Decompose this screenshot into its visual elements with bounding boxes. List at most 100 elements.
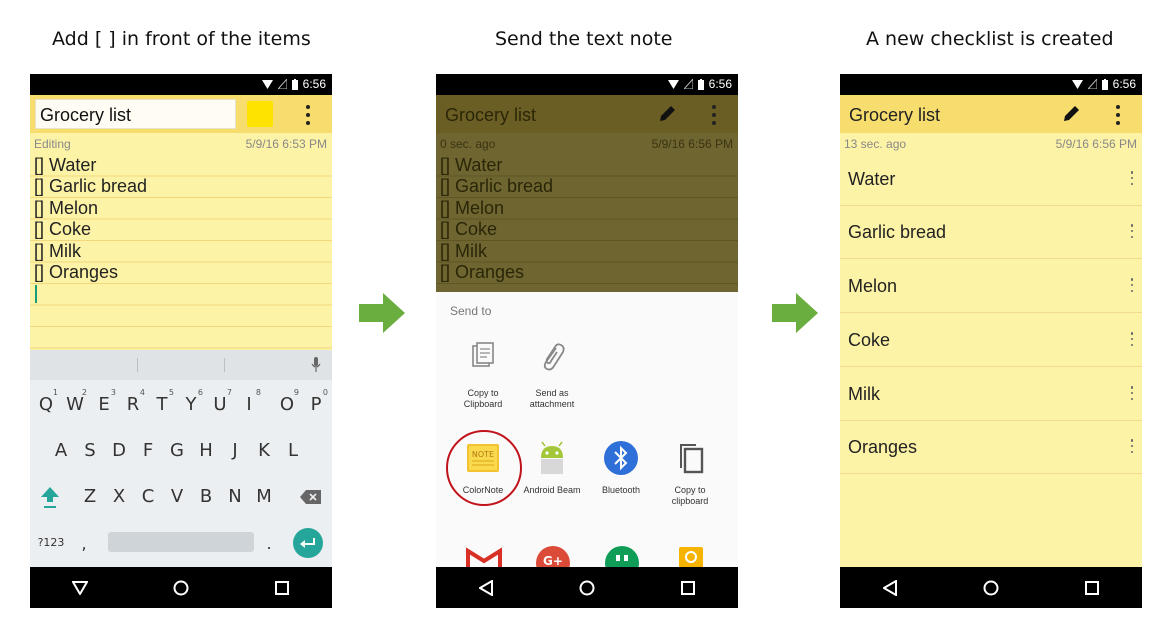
key-o[interactable]: O9: [273, 388, 301, 415]
copy-icon: [680, 444, 704, 474]
home-button[interactable]: [573, 574, 601, 602]
gmail-icon[interactable]: [466, 547, 502, 567]
note-color-button[interactable]: [247, 101, 273, 127]
suggestion-strip[interactable]: [30, 350, 332, 380]
item-menu-icon[interactable]: [1130, 439, 1134, 453]
key-m[interactable]: M: [250, 486, 278, 507]
note-line: [] Milk: [34, 241, 81, 261]
key-b[interactable]: B: [192, 486, 220, 507]
battery-icon: [291, 78, 298, 90]
recents-button[interactable]: [674, 574, 702, 602]
key-w[interactable]: W2: [61, 388, 89, 415]
overflow-menu-icon[interactable]: [1113, 105, 1123, 125]
key-r[interactable]: R4: [119, 388, 147, 415]
step-title-1: Add [ ] in front of the items: [52, 28, 311, 50]
share-copy-to-clipboard-2[interactable]: Copy to clipboard: [655, 440, 725, 520]
key-g[interactable]: G: [163, 440, 191, 461]
home-button[interactable]: [977, 574, 1005, 602]
overflow-menu-icon[interactable]: [303, 105, 313, 125]
key-d[interactable]: D: [105, 440, 133, 461]
home-button[interactable]: [167, 574, 195, 602]
back-button[interactable]: [66, 574, 94, 602]
keep-icon[interactable]: [673, 545, 709, 567]
pencil-icon[interactable]: [1062, 105, 1080, 123]
item-menu-icon[interactable]: [1130, 278, 1134, 292]
checklist-item-label: Garlic bread: [848, 222, 947, 242]
recents-button[interactable]: [1078, 574, 1106, 602]
note-line: [] Garlic bread: [34, 176, 148, 196]
send-to-header: Send to: [450, 304, 492, 318]
item-menu-icon[interactable]: [1130, 386, 1134, 400]
dimmed-note[interactable]: Grocery list 0 sec. ago 5/9/16 6:56 PM […: [436, 95, 738, 292]
checklist-item[interactable]: Oranges: [840, 421, 1142, 474]
backspace-icon[interactable]: [300, 489, 322, 505]
key-l[interactable]: L: [279, 440, 307, 461]
battery-icon: [697, 78, 704, 90]
key-y[interactable]: Y6: [177, 388, 205, 415]
share-send-as-attachment[interactable]: Send as attachment: [517, 342, 587, 417]
google-plus-icon[interactable]: G+: [535, 545, 571, 567]
key-a[interactable]: A: [47, 440, 75, 461]
microphone-icon[interactable]: [311, 357, 321, 373]
pencil-icon[interactable]: [658, 105, 676, 123]
checklist-item[interactable]: Melon: [840, 260, 1142, 313]
checklist-item[interactable]: Coke: [840, 314, 1142, 367]
key-x[interactable]: X: [105, 486, 133, 507]
key-p[interactable]: P0: [302, 388, 330, 415]
item-menu-icon[interactable]: [1130, 171, 1134, 185]
space-bar[interactable]: [108, 532, 254, 552]
back-button[interactable]: [876, 574, 904, 602]
key-u[interactable]: U7: [206, 388, 234, 415]
wifi-icon: [1071, 79, 1083, 89]
clipboard-icon: [472, 342, 494, 367]
key-z[interactable]: Z: [76, 486, 104, 507]
overflow-menu-icon[interactable]: [709, 105, 719, 125]
android-icon: [541, 441, 563, 474]
shift-icon[interactable]: [40, 485, 60, 509]
battery-icon: [1101, 78, 1108, 90]
share-android-beam[interactable]: Android Beam: [517, 440, 587, 500]
signal-icon: [683, 79, 693, 89]
period-key[interactable]: .: [262, 534, 276, 553]
key-c[interactable]: C: [134, 486, 162, 507]
key-q[interactable]: Q1: [32, 388, 60, 415]
key-f[interactable]: F: [134, 440, 162, 461]
comma-key[interactable]: ,: [77, 534, 91, 553]
recents-button[interactable]: [268, 574, 296, 602]
key-n[interactable]: N: [221, 486, 249, 507]
key-e[interactable]: E3: [90, 388, 118, 415]
signal-icon: [1087, 79, 1097, 89]
arrow-right-icon: [772, 293, 818, 333]
note-line: [] Coke: [34, 219, 92, 239]
app-bar: Grocery list: [436, 95, 738, 133]
status-bar: 6:56: [436, 74, 738, 95]
time-ago-label: 0 sec. ago: [440, 137, 496, 151]
checklist-item-label: Oranges: [848, 437, 918, 457]
note-title-input[interactable]: Grocery list: [35, 99, 236, 129]
key-v[interactable]: V: [163, 486, 191, 507]
note-line: [] Oranges: [34, 262, 119, 282]
checklist-item[interactable]: Garlic bread: [840, 206, 1142, 259]
note-meta-row: Editing 5/9/16 6:53 PM: [30, 135, 332, 153]
key-h[interactable]: H: [192, 440, 220, 461]
key-t[interactable]: T5: [148, 388, 176, 415]
key-s[interactable]: S: [76, 440, 104, 461]
checklist-item[interactable]: Water: [840, 153, 1142, 206]
item-menu-icon[interactable]: [1130, 332, 1134, 346]
key-j[interactable]: J: [221, 440, 249, 461]
key-i[interactable]: I8: [235, 388, 263, 415]
status-time: 6:56: [708, 77, 732, 91]
share-copy-to-clipboard[interactable]: Copy to Clipboard: [448, 342, 518, 417]
checklist-item-label: Water: [848, 169, 896, 189]
note-text-area[interactable]: [] Water [] Garlic bread [] Melon [] Cok…: [30, 155, 332, 350]
checklist-item[interactable]: Milk: [840, 368, 1142, 421]
app-bar: Grocery list: [30, 95, 332, 133]
back-button[interactable]: [472, 574, 500, 602]
share-bluetooth[interactable]: Bluetooth: [586, 440, 656, 500]
item-menu-icon[interactable]: [1130, 224, 1134, 238]
symbols-key[interactable]: ?123: [36, 536, 66, 549]
hangouts-icon[interactable]: [604, 545, 640, 567]
key-k[interactable]: K: [250, 440, 278, 461]
enter-key[interactable]: [293, 528, 323, 558]
editing-label: Editing: [34, 137, 71, 151]
